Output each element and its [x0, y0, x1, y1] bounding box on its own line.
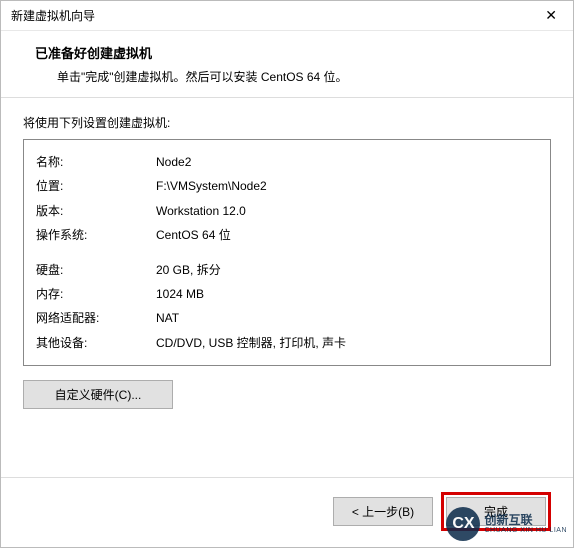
table-row: 名称: Node2	[36, 150, 538, 174]
row-label: 其他设备:	[36, 333, 156, 353]
row-label: 操作系统:	[36, 225, 156, 245]
page-title: 已准备好创建虚拟机	[35, 43, 539, 62]
customize-row: 自定义硬件(C)...	[23, 380, 551, 409]
row-value: Workstation 12.0	[156, 201, 538, 221]
row-value: 20 GB, 拆分	[156, 260, 538, 280]
wizard-body: 将使用下列设置创建虚拟机: 名称: Node2 位置: F:\VMSystem\…	[1, 98, 573, 419]
row-value: 1024 MB	[156, 284, 538, 304]
window-title: 新建虚拟机向导	[11, 7, 95, 24]
watermark-text: 创新互联 CHUANG XIN HU LIAN	[484, 514, 567, 535]
row-value: CentOS 64 位	[156, 225, 538, 245]
table-row: 其他设备: CD/DVD, USB 控制器, 打印机, 声卡	[36, 331, 538, 355]
row-label: 网络适配器:	[36, 308, 156, 328]
table-row: 硬盘: 20 GB, 拆分	[36, 258, 538, 282]
titlebar: 新建虚拟机向导 ✕	[1, 1, 573, 31]
row-value: CD/DVD, USB 控制器, 打印机, 声卡	[156, 333, 538, 353]
row-value: F:\VMSystem\Node2	[156, 176, 538, 196]
table-row: 版本: Workstation 12.0	[36, 199, 538, 223]
watermark-cn: 创新互联	[484, 514, 567, 527]
row-value: Node2	[156, 152, 538, 172]
table-row: 操作系统: CentOS 64 位	[36, 223, 538, 247]
table-row: 网络适配器: NAT	[36, 306, 538, 330]
row-value: NAT	[156, 308, 538, 328]
row-label: 内存:	[36, 284, 156, 304]
summary-box: 名称: Node2 位置: F:\VMSystem\Node2 版本: Work…	[23, 139, 551, 366]
customize-hardware-button[interactable]: 自定义硬件(C)...	[23, 380, 173, 409]
watermark-en: CHUANG XIN HU LIAN	[484, 527, 567, 535]
table-row: 位置: F:\VMSystem\Node2	[36, 174, 538, 198]
table-row: 内存: 1024 MB	[36, 282, 538, 306]
watermark: CX 创新互联 CHUANG XIN HU LIAN	[446, 507, 567, 541]
row-label: 版本:	[36, 201, 156, 221]
page-subtitle: 单击"完成"创建虚拟机。然后可以安装 CentOS 64 位。	[57, 68, 549, 85]
row-label: 位置:	[36, 176, 156, 196]
summary-section-label: 将使用下列设置创建虚拟机:	[23, 114, 551, 131]
row-label: 名称:	[36, 152, 156, 172]
wizard-header: 已准备好创建虚拟机 单击"完成"创建虚拟机。然后可以安装 CentOS 64 位…	[1, 31, 573, 98]
close-icon[interactable]: ✕	[539, 5, 563, 26]
watermark-logo: CX	[446, 507, 480, 541]
back-button[interactable]: < 上一步(B)	[333, 497, 433, 526]
row-label: 硬盘:	[36, 260, 156, 280]
